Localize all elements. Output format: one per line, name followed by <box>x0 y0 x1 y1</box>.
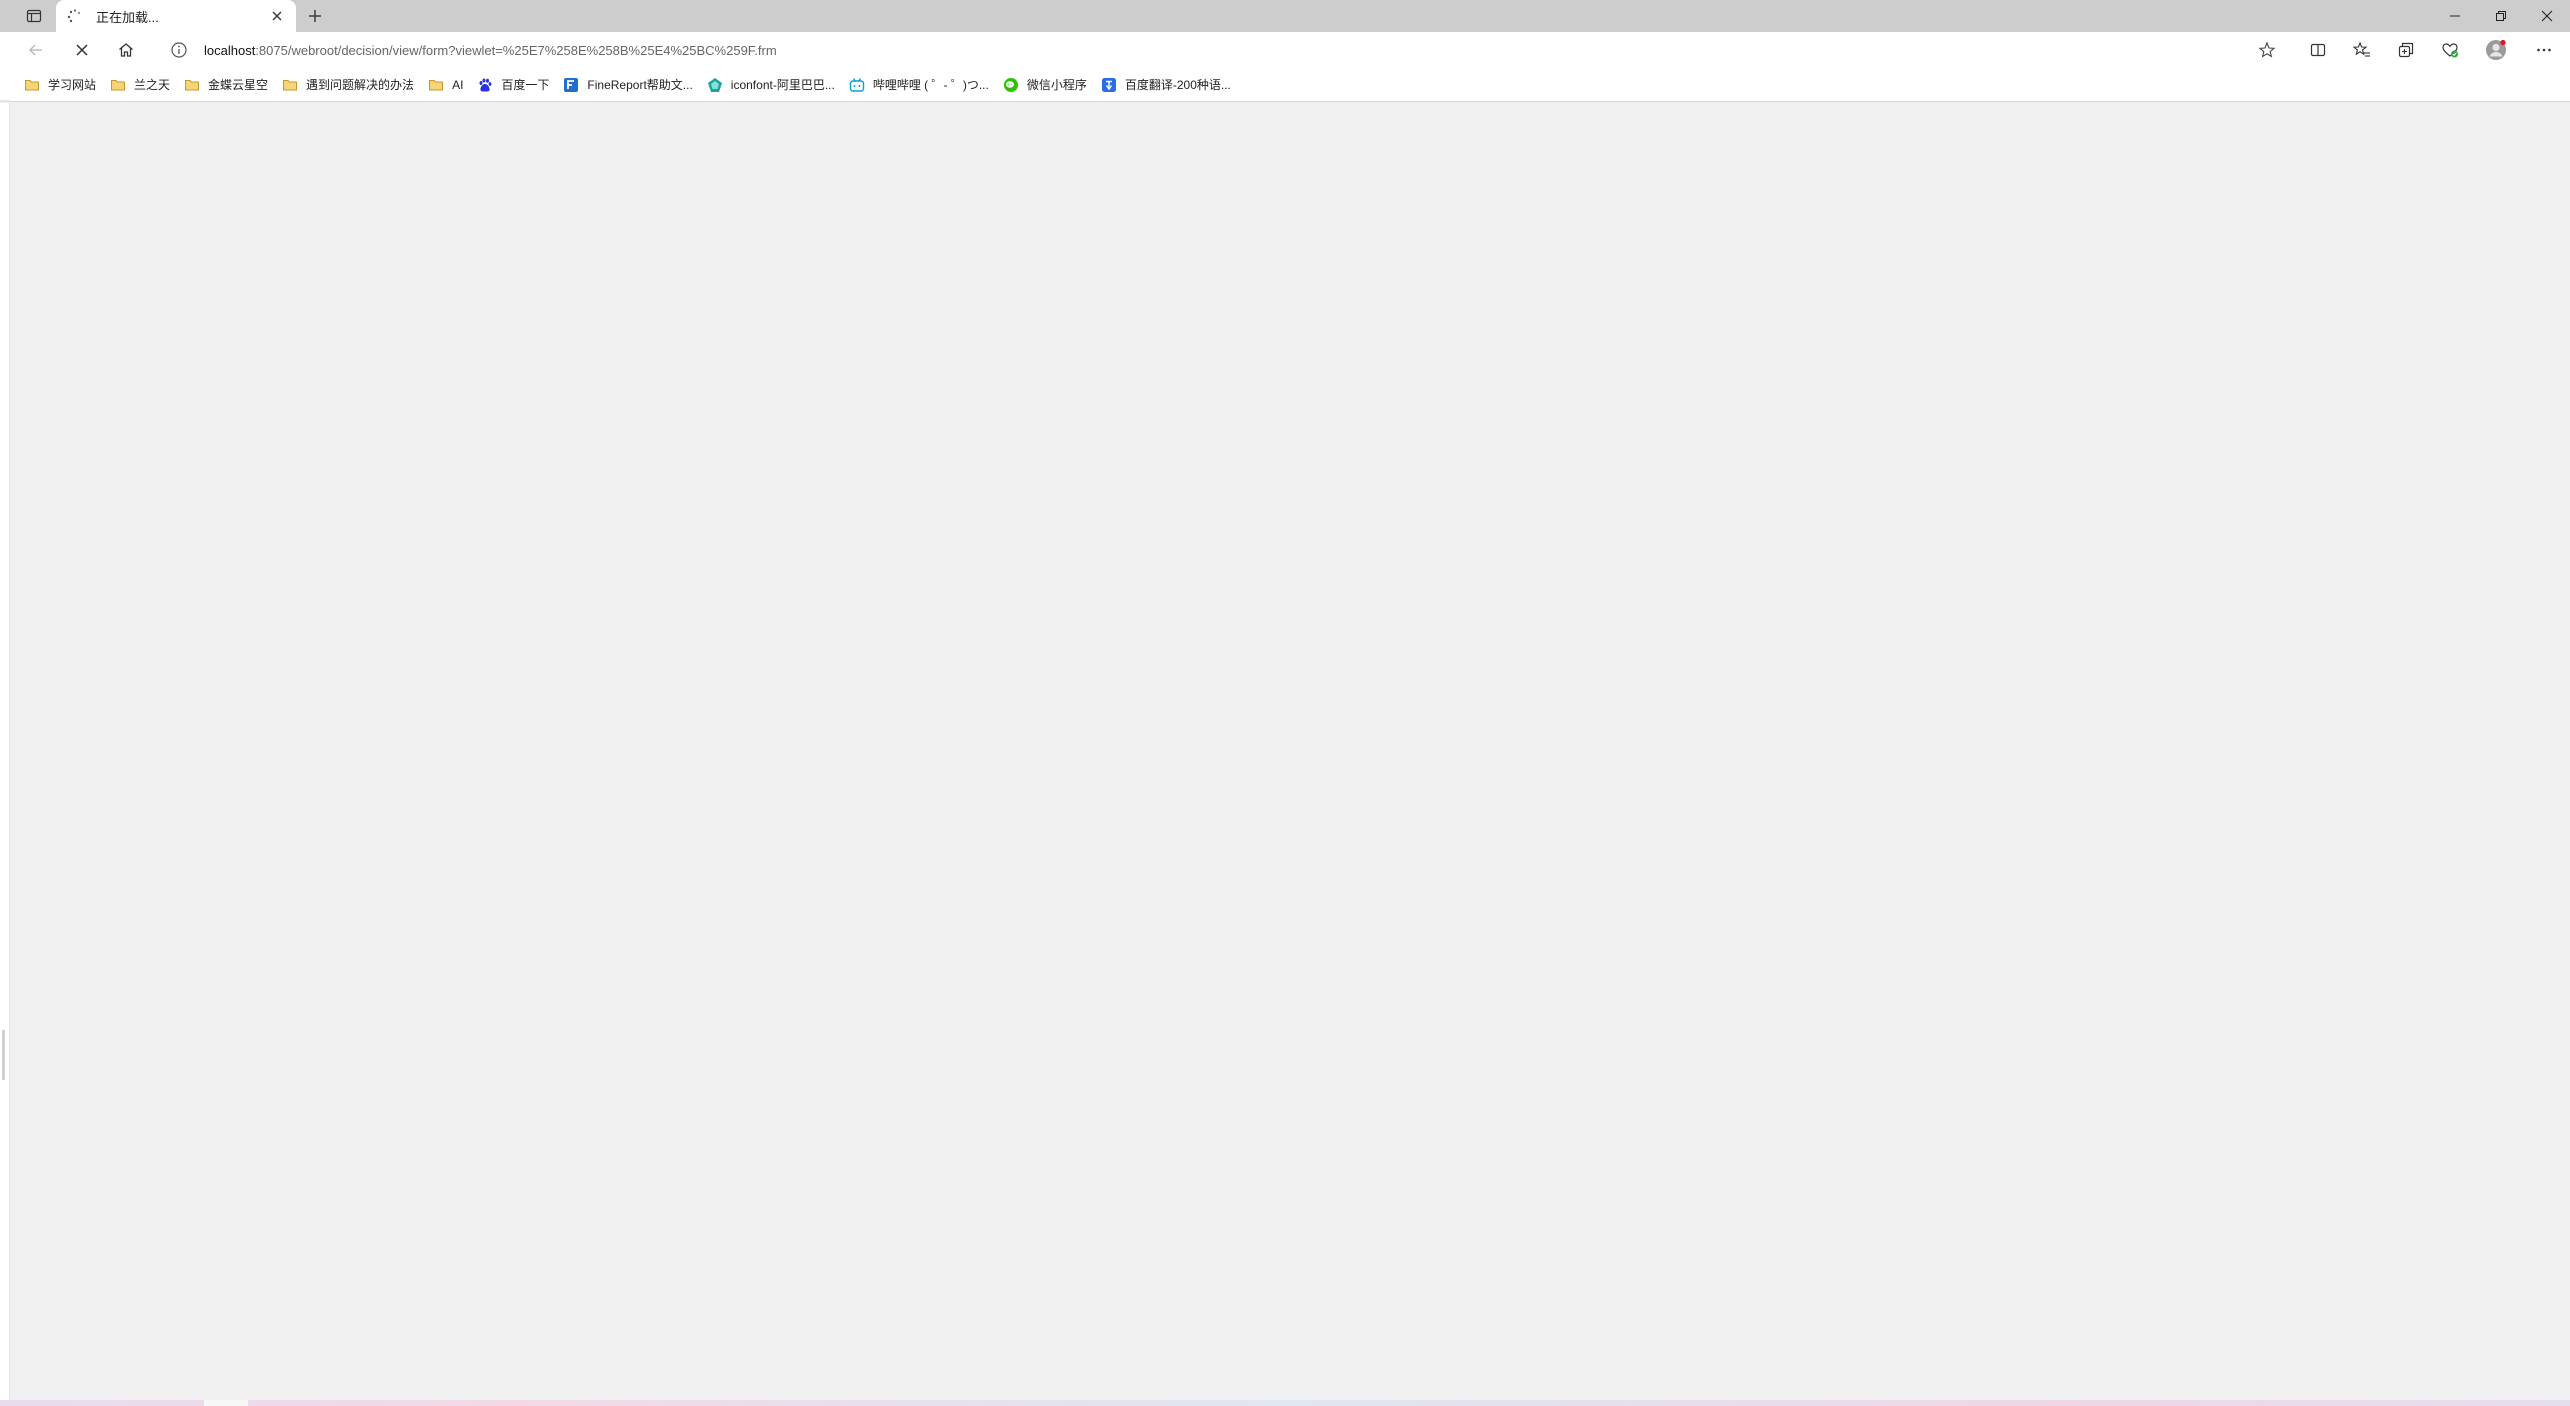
minimize-icon <box>2450 15 2460 17</box>
navigation-toolbar: localhost:8075/webroot/decision/view/for… <box>0 32 2570 68</box>
baidu-icon <box>479 78 492 92</box>
folder-icon <box>283 79 298 90</box>
split-screen-button[interactable] <box>2302 36 2334 64</box>
bookmark-iconfont[interactable]: iconfont-阿里巴巴... <box>705 72 841 98</box>
bookmark-label: 遇到问题解决的办法 <box>306 78 415 92</box>
restore-button[interactable] <box>2478 0 2524 32</box>
back-button[interactable] <box>20 36 52 64</box>
bookmark-label: 微信小程序 <box>1026 78 1087 92</box>
bookmark-wechat-miniprogram[interactable]: 微信小程序 <box>1001 72 1093 98</box>
iconfont-icon <box>707 77 722 92</box>
new-tab-button[interactable] <box>302 4 328 28</box>
tab-active[interactable]: 正在加载... <box>56 0 296 32</box>
bookmark-label: FineReport帮助文... <box>587 78 693 92</box>
favorite-star-icon[interactable] <box>2258 41 2276 59</box>
bookmark-label: 百度翻译-200种语... <box>1124 78 1231 92</box>
url-text[interactable]: localhost:8075/webroot/decision/view/for… <box>204 43 777 58</box>
bookmark-label: 金蝶云星空 <box>208 78 269 92</box>
left-edge-panel <box>0 103 10 1406</box>
loading-spinner-icon <box>67 9 81 23</box>
bookmark-folder-ai[interactable]: AI <box>426 72 469 98</box>
bookmark-label: 哔哩哔哩 ( ゜- ゜)つ... <box>872 78 989 92</box>
window-close-button[interactable] <box>2524 0 2570 32</box>
bookmark-finereport[interactable]: FineReport帮助文... <box>561 72 698 98</box>
folder-icon <box>429 79 444 90</box>
favorites-button[interactable] <box>2346 36 2378 64</box>
bottom-taskbar-strip <box>0 1400 2570 1406</box>
bookmark-folder-study[interactable]: 学习网站 <box>22 72 102 98</box>
tab-actions-button[interactable] <box>18 5 50 27</box>
tab-strip: 正在加载... <box>0 0 2570 32</box>
stop-x-icon <box>76 44 88 56</box>
heart-pulse-icon <box>2442 43 2458 58</box>
url-host: localhost <box>204 42 256 58</box>
favorites-list-icon <box>2353 41 2370 57</box>
bookmark-label: iconfont-阿里巴巴... <box>730 78 835 92</box>
bookmark-label: 学习网站 <box>48 78 97 92</box>
collections-icon <box>2398 42 2414 58</box>
bottom-strip-gap <box>204 1400 248 1406</box>
collections-button[interactable] <box>2390 36 2422 64</box>
browser-window: 正在加载... localhost:8075/webroot/decision/… <box>0 0 2570 1406</box>
bookmark-folder-kingdee[interactable]: 金蝶云星空 <box>182 72 274 98</box>
bookmark-label: 百度一下 <box>501 78 550 92</box>
finereport-icon <box>564 77 579 92</box>
folder-icon <box>111 79 126 90</box>
browser-essentials-button[interactable] <box>2434 36 2466 64</box>
close-icon <box>272 11 282 21</box>
site-info-icon[interactable] <box>170 41 188 59</box>
stop-loading-button[interactable] <box>66 36 98 64</box>
plus-icon <box>309 10 321 22</box>
back-arrow-icon <box>29 44 42 56</box>
window-controls <box>2432 0 2570 32</box>
left-edge-divider <box>0 100 10 102</box>
bookmark-label: AI <box>452 77 464 92</box>
bookmark-folder-solutions[interactable]: 遇到问题解决的办法 <box>280 72 420 98</box>
more-dots-icon <box>2537 48 2551 52</box>
bookmark-label: 兰之天 <box>134 78 171 92</box>
bookmark-bilibili[interactable]: 哔哩哔哩 ( ゜- ゜)つ... <box>847 72 995 98</box>
folder-icon <box>185 79 200 90</box>
bookmark-folder-lanzhitian[interactable]: 兰之天 <box>108 72 176 98</box>
left-edge-handle[interactable] <box>2 1030 5 1080</box>
close-icon <box>2541 10 2553 22</box>
url-path: :8075/webroot/decision/view/form?viewlet… <box>255 42 777 58</box>
restore-icon <box>2496 11 2506 21</box>
bilibili-icon <box>849 77 865 92</box>
home-button[interactable] <box>110 36 142 64</box>
split-screen-icon <box>2310 43 2326 57</box>
baidu-translate-icon <box>1101 77 1116 92</box>
minimize-button[interactable] <box>2432 0 2478 32</box>
bookmarks-bar: 学习网站 兰之天 金蝶云星空 遇到问题解决的办法 AI 百度一下 FineRep… <box>0 68 2570 102</box>
tab-title: 正在加载... <box>96 9 159 25</box>
bookmark-baidu-translate[interactable]: 百度翻译-200种语... <box>1099 72 1237 98</box>
wechat-icon <box>1003 77 1018 92</box>
folder-icon <box>25 79 39 90</box>
page-content-area[interactable] <box>0 103 2570 1406</box>
profile-avatar-icon[interactable] <box>2484 38 2508 62</box>
bookmark-baidu[interactable]: 百度一下 <box>475 72 555 98</box>
settings-more-button[interactable] <box>2528 36 2560 64</box>
address-bar[interactable]: localhost:8075/webroot/decision/view/for… <box>160 35 2290 65</box>
tab-actions-icon <box>26 9 42 23</box>
home-icon <box>119 43 133 57</box>
tab-close-button[interactable] <box>268 7 286 25</box>
